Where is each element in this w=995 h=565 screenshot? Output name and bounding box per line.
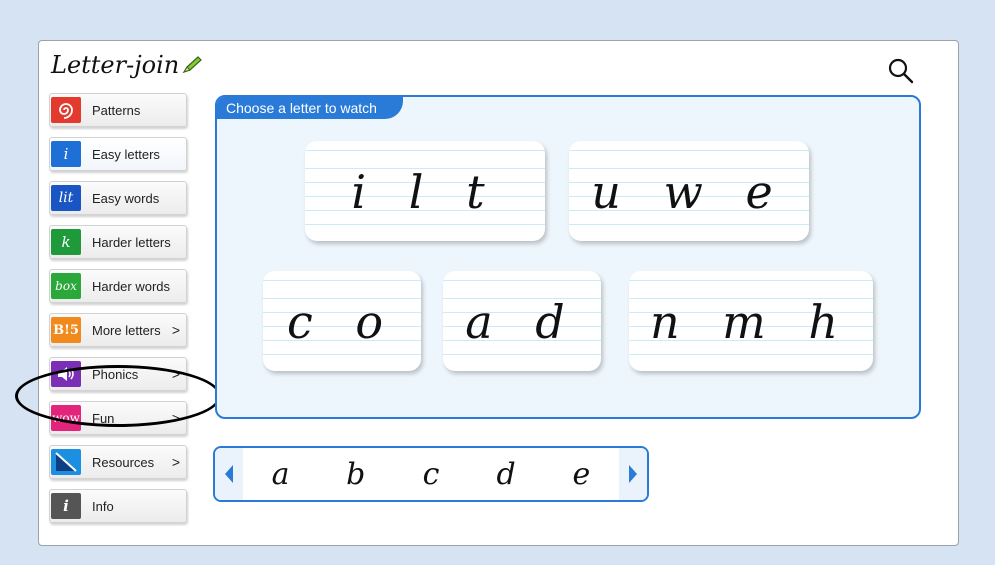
main-card: Letter-join Patterns i Easy letters lit … — [15, 40, 959, 546]
letter-panel: Choose a letter to watch i l t u w e c o… — [215, 95, 921, 419]
sidebar-item-phonics[interactable]: Phonics > — [49, 357, 187, 391]
b-exclaim-5-icon: B!5 — [51, 317, 81, 343]
sidebar-item-label: Fun — [92, 410, 115, 426]
chevron-right-icon: > — [171, 410, 180, 426]
sidebar-item-label: Patterns — [92, 102, 141, 118]
letter-group-tile[interactable]: n m h — [629, 271, 873, 371]
sidebar-item-label: Harder words — [92, 278, 171, 294]
alphabet-letter[interactable]: d — [486, 457, 526, 492]
sidebar-item-fun[interactable]: wow Fun > — [49, 401, 187, 435]
speaker-icon — [51, 361, 81, 387]
sidebar-item-patterns[interactable]: Patterns — [49, 93, 187, 127]
alphabet-letter[interactable]: e — [561, 457, 601, 492]
scroll-left-button[interactable] — [215, 448, 243, 500]
sidebar-item-label: Phonics — [92, 366, 139, 382]
letter-group-tile[interactable]: a d — [443, 271, 601, 371]
chevron-right-icon: > — [171, 322, 180, 338]
sidebar-item-harder-letters[interactable]: k Harder letters — [49, 225, 187, 259]
letter-group-text: i l t — [351, 165, 499, 219]
scroll-right-button[interactable] — [619, 448, 647, 500]
alphabet-strip: a b c d e — [213, 446, 649, 502]
letter-group-tile[interactable]: u w e — [569, 141, 809, 241]
sidebar-item-label: Easy words — [92, 190, 160, 206]
wow-icon: wow — [51, 405, 81, 431]
spiral-icon — [51, 97, 81, 123]
letter-join-logo: Letter-join — [51, 45, 203, 85]
logo-text: Letter-join — [51, 51, 180, 79]
chevron-right-icon: > — [171, 454, 180, 470]
alphabet-letter[interactable]: c — [411, 457, 451, 492]
info-icon: i — [51, 493, 81, 519]
sidebar-item-resources[interactable]: Resources > — [49, 445, 187, 479]
sidebar-item-info[interactable]: i Info — [49, 489, 187, 523]
letter-group-text: n m h — [649, 295, 853, 349]
letter-group-text: u w e — [591, 165, 787, 219]
chevron-right-icon — [629, 465, 637, 483]
letter-group-tile[interactable]: i l t — [305, 141, 545, 241]
sidebar-item-label: Easy letters — [92, 146, 160, 162]
letter-k-icon: k — [51, 229, 81, 255]
sidebar-item-label: More letters — [92, 322, 161, 338]
alphabet-letter[interactable]: a — [261, 457, 301, 492]
sidebar-item-easy-words[interactable]: lit Easy words — [49, 181, 187, 215]
search-button[interactable] — [885, 55, 917, 87]
letter-group-tile[interactable]: c o — [263, 271, 421, 371]
letter-group-text: c o — [286, 295, 398, 349]
sidebar-item-label: Info — [92, 498, 114, 514]
sidebar-item-label: Harder letters — [92, 234, 171, 250]
panel-title: Choose a letter to watch — [217, 97, 403, 119]
sidebar-item-harder-words[interactable]: box Harder words — [49, 269, 187, 303]
alphabet-letters: a b c d e — [243, 448, 619, 500]
sidebar-item-easy-letters[interactable]: i Easy letters — [49, 137, 187, 171]
sidebar-item-more-letters[interactable]: B!5 More letters > — [49, 313, 187, 347]
sidebar-item-label: Resources — [92, 454, 155, 470]
resources-icon — [51, 449, 81, 475]
letter-i-icon: i — [51, 141, 81, 167]
pencil-icon — [182, 56, 203, 74]
search-icon — [888, 58, 914, 84]
chevron-left-icon — [225, 465, 233, 483]
chevron-right-icon: > — [171, 366, 180, 382]
letter-group-text: a d — [465, 295, 579, 349]
word-box-icon: box — [51, 273, 81, 299]
alphabet-letter[interactable]: b — [336, 457, 376, 492]
word-lit-icon: lit — [51, 185, 81, 211]
